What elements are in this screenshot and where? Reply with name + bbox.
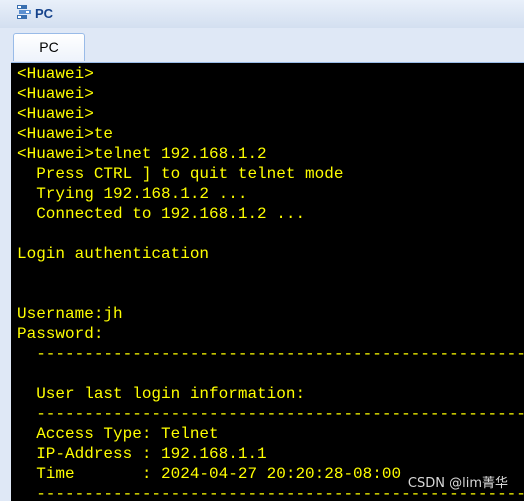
terminal-line: User last login information: [17,385,306,403]
terminal-line: <Huawei> [17,105,94,123]
terminal-line: <Huawei>te [17,125,114,143]
window-titlebar: PC [0,0,524,28]
terminal-line: Login authentication [17,245,210,263]
terminal-line: IP-Address : 192.168.1.1 [17,445,267,463]
csdn-watermark: CSDN @lim菁华 [407,476,508,491]
terminal-line: ----------------------------------------… [36,405,524,423]
pc-window: PC PC <Huawei> <Huawei> <Huawei> <Huawei>te… [0,0,524,501]
terminal-line: Connected to 192.168.1.2 ... [17,205,306,223]
terminal-line: <Huawei> [17,85,94,103]
terminal-line: ----------------------------------------… [36,345,524,363]
cli-terminal[interactable]: <Huawei> <Huawei> <Huawei> <Huawei>te <Huawe… [11,63,524,501]
pc-app-icon [16,4,32,22]
terminal-line: Password: [17,325,104,343]
tab-pc[interactable]: PC [13,33,85,61]
terminal-line: Access Type: Telnet [17,425,219,443]
terminal-line: <Huawei> [17,65,94,83]
terminal-line: Trying 192.168.1.2 ... [17,185,248,203]
terminal-line: Press CTRL ] to quit telnet mode [17,165,344,183]
tab-bar: PC [11,28,524,63]
terminal-line: <Huawei>telnet 192.168.1.2 [17,145,267,163]
terminal-line: Username:jh [17,305,123,323]
window-title: PC [35,6,54,21]
